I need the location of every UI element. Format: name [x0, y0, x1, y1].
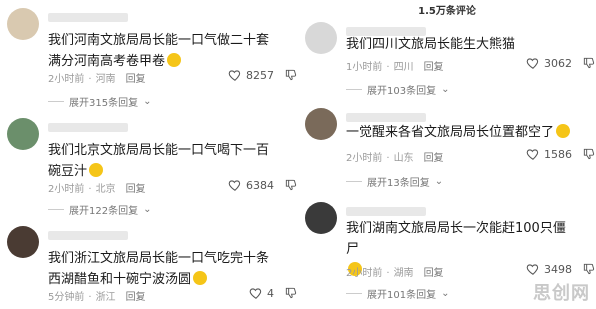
comment-time: 2小时前	[48, 184, 85, 195]
comment-item: 我们河南文旅局局长能一口气做二十套满分河南高考卷甲卷 2小时前 · 河南 回复 825…	[0, 8, 298, 109]
avatar[interactable]	[305, 108, 337, 140]
expand-replies[interactable]: 展开122条回复 ⌄	[48, 202, 151, 217]
reply-button[interactable]: 回复	[424, 62, 444, 73]
heart-icon[interactable]	[526, 262, 540, 276]
comment-meta: 1小时前 · 四川 回复	[346, 58, 444, 73]
comment-item: 我们四川文旅局长能生大熊猫 1小时前 · 四川 回复 3062 展开103条回复 ⌄	[298, 22, 596, 102]
comment-time: 2小时前	[346, 268, 383, 279]
like-count: 3498	[544, 262, 572, 276]
reply-button[interactable]: 回复	[126, 292, 146, 303]
meta-separator: ·	[88, 184, 92, 195]
comment-time: 2小时前	[48, 74, 85, 85]
username-blurred[interactable]	[48, 123, 128, 132]
left-comment-panel: 我们河南文旅局局长能一口气做二十套满分河南高考卷甲卷 2小时前 · 河南 回复 825…	[0, 0, 298, 309]
comment-text: 我们浙江文旅局局长能一口气吃完十条西湖醋鱼和十碗宁波汤圆	[48, 251, 270, 287]
like-count: 1586	[544, 147, 572, 161]
like-count: 6384	[246, 178, 274, 192]
reply-button[interactable]: 回复	[424, 268, 444, 279]
avatar[interactable]	[7, 118, 39, 150]
divider-line	[346, 181, 362, 182]
comment-text: 我们北京文旅局局长能一口气喝下一百碗豆汁	[48, 143, 270, 179]
like-button[interactable]: 3498	[526, 262, 572, 276]
comment-meta: 5分钟前 · 浙江 回复	[48, 288, 146, 303]
comment-time: 1小时前	[346, 62, 383, 73]
comment-location: 河南	[95, 74, 116, 85]
comment-location: 湖南	[393, 268, 414, 279]
comment-item: 我们北京文旅局局长能一口气喝下一百碗豆汁 2小时前 · 北京 回复 6384 展开12…	[0, 118, 298, 217]
smile-emoji-icon	[193, 271, 208, 285]
comment-meta: 2小时前 · 湖南 回复	[346, 264, 444, 279]
username-blurred[interactable]	[346, 113, 426, 122]
divider-line	[48, 101, 64, 102]
avatar[interactable]	[305, 202, 337, 234]
meta-separator: ·	[88, 292, 92, 303]
chevron-down-icon: ⌄	[441, 288, 450, 299]
meta-separator: ·	[88, 74, 92, 85]
comment-time: 5分钟前	[48, 292, 85, 303]
comment-time: 2小时前	[346, 153, 383, 164]
like-button[interactable]: 3062	[526, 56, 572, 70]
comment-item: 一觉醒来各省文旅局局长位置都空了 2小时前 · 山东 回复 1586 展开13条回复 ⌄	[298, 108, 596, 190]
chevron-down-icon: ⌄	[441, 84, 450, 95]
reply-button[interactable]: 回复	[424, 153, 444, 164]
reply-button[interactable]: 回复	[126, 184, 146, 195]
thumbs-down-icon[interactable]	[284, 178, 298, 192]
divider-line	[48, 209, 64, 210]
smile-emoji-icon	[89, 163, 104, 177]
smile-emoji-icon	[556, 124, 571, 138]
right-comment-panel: 1.5万条评论 我们四川文旅局长能生大熊猫 1小时前 · 四川 回复 3062 展开1…	[298, 0, 596, 309]
heart-icon[interactable]	[526, 147, 540, 161]
expand-replies[interactable]: 展开103条回复 ⌄	[346, 82, 449, 97]
thumbs-down-icon[interactable]	[582, 147, 596, 161]
divider-line	[346, 89, 362, 90]
like-count: 8257	[246, 68, 274, 82]
divider-line	[346, 293, 362, 294]
comment-meta: 2小时前 · 北京 回复	[48, 180, 146, 195]
thumbs-down-icon[interactable]	[582, 56, 596, 70]
avatar[interactable]	[305, 22, 337, 54]
comment-location: 四川	[393, 62, 414, 73]
thumbs-down-icon[interactable]	[284, 68, 298, 82]
comment-meta: 2小时前 · 山东 回复	[346, 149, 444, 164]
reply-button[interactable]: 回复	[126, 74, 146, 85]
chevron-down-icon: ⌄	[143, 96, 152, 107]
expand-replies[interactable]: 展开315条回复 ⌄	[48, 94, 151, 109]
comment-location: 北京	[95, 184, 116, 195]
comment-meta: 2小时前 · 河南 回复	[48, 70, 146, 85]
meta-separator: ·	[386, 153, 390, 164]
meta-separator: ·	[386, 268, 390, 279]
comment-location: 浙江	[95, 292, 116, 303]
like-count: 3062	[544, 56, 572, 70]
comment-text: 一觉醒来各省文旅局局长位置都空了	[346, 122, 576, 143]
chevron-down-icon: ⌄	[143, 204, 152, 215]
like-button[interactable]: 4	[249, 286, 274, 300]
expand-replies[interactable]: 展开13条回复 ⌄	[346, 174, 443, 189]
comment-text: 我们河南文旅局局长能一口气做二十套满分河南高考卷甲卷	[48, 33, 270, 69]
like-count: 4	[267, 286, 274, 300]
heart-icon[interactable]	[228, 68, 242, 82]
comment-item: 我们浙江文旅局局长能一口气吃完十条西湖醋鱼和十碗宁波汤圆 5分钟前 · 浙江 回复 4	[0, 226, 298, 309]
thumbs-down-icon[interactable]	[284, 286, 298, 300]
username-blurred[interactable]	[346, 207, 426, 216]
heart-icon[interactable]	[249, 286, 263, 300]
expand-replies[interactable]: 展开101条回复 ⌄	[346, 286, 449, 301]
like-button[interactable]: 8257	[228, 68, 274, 82]
avatar[interactable]	[7, 8, 39, 40]
comment-location: 山东	[393, 153, 414, 164]
chevron-down-icon: ⌄	[434, 176, 444, 187]
username-blurred[interactable]	[48, 231, 128, 240]
heart-icon[interactable]	[526, 56, 540, 70]
smile-emoji-icon	[167, 53, 182, 67]
meta-separator: ·	[386, 62, 390, 73]
like-button[interactable]: 6384	[228, 178, 274, 192]
username-blurred[interactable]	[48, 13, 128, 22]
heart-icon[interactable]	[228, 178, 242, 192]
thumbs-down-icon[interactable]	[582, 262, 596, 276]
comment-count-header: 1.5万条评论	[418, 6, 476, 17]
avatar[interactable]	[7, 226, 39, 258]
comment-text: 我们四川文旅局长能生大熊猫	[346, 37, 516, 52]
like-button[interactable]: 1586	[526, 147, 572, 161]
watermark: 思创网	[533, 283, 590, 304]
